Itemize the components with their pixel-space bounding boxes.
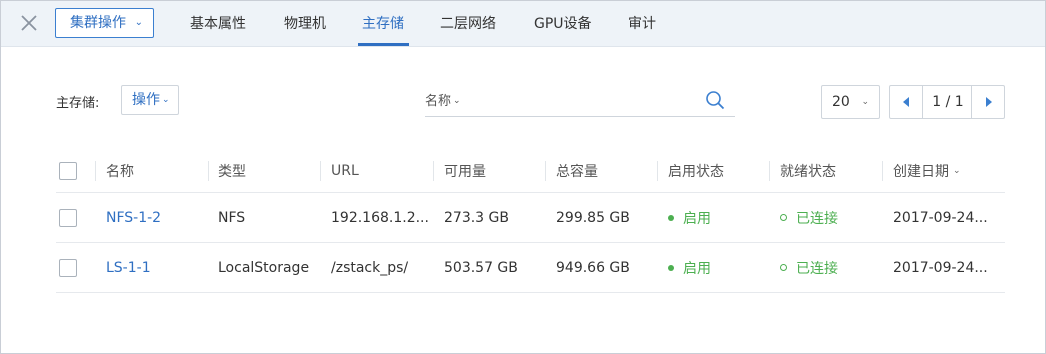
row-enable-state: 启用 xyxy=(668,193,711,242)
search-field-label: 名称 xyxy=(425,94,452,109)
column-divider xyxy=(433,161,434,181)
column-header-name[interactable]: 名称 xyxy=(106,149,134,192)
storage-name-link[interactable]: NFS-1-2 xyxy=(106,210,161,226)
enabled-dot-icon xyxy=(668,264,674,271)
row-created-date: 2017-09-24... xyxy=(893,209,988,226)
cluster-actions-button[interactable]: 集群操作 ⌄ xyxy=(55,8,154,38)
cluster-actions-label: 集群操作 xyxy=(70,15,126,31)
row-select-cell xyxy=(59,243,77,292)
next-page-icon xyxy=(986,97,992,107)
tab-basic-properties[interactable]: 基本属性 xyxy=(190,13,246,33)
column-header-enable-state[interactable]: 启用状态 xyxy=(668,149,724,192)
storage-name-link[interactable]: LS-1-1 xyxy=(106,260,151,276)
actions-label: 操作 xyxy=(132,92,160,108)
prev-page-icon xyxy=(903,97,909,107)
column-divider xyxy=(769,161,770,181)
chevron-down-icon: ⌄ xyxy=(453,96,461,106)
active-tab-indicator xyxy=(358,43,409,46)
column-divider xyxy=(208,161,209,181)
column-header-url[interactable]: URL xyxy=(331,149,359,192)
connected-ring-icon xyxy=(780,214,787,221)
row-checkbox[interactable] xyxy=(59,258,77,277)
table-row: NFS-1-2 NFS 192.168.1.2... 273.3 GB 299.… xyxy=(56,193,1005,243)
row-available: 503.57 GB xyxy=(444,259,518,276)
row-url: 192.168.1.2... xyxy=(331,209,429,226)
page-indicator: 1 / 1 xyxy=(932,94,964,110)
search-icon[interactable] xyxy=(705,90,725,110)
column-divider xyxy=(882,161,883,181)
table-row: LS-1-1 LocalStorage /zstack_ps/ 503.57 G… xyxy=(56,243,1005,293)
ready-state-label: 已连接 xyxy=(796,260,838,277)
row-type: LocalStorage xyxy=(218,259,310,276)
top-nav-bar: 集群操作 ⌄ 基本属性 物理机 主存储 二层网络 GPU设备 审计 xyxy=(1,1,1045,47)
row-name-cell: NFS-1-2 xyxy=(106,193,161,242)
enabled-dot-icon xyxy=(668,214,674,221)
chevron-down-icon: ⌄ xyxy=(861,97,869,107)
row-ready-state: 已连接 xyxy=(780,193,838,242)
row-ready-state: 已连接 xyxy=(780,243,838,292)
tab-hosts[interactable]: 物理机 xyxy=(284,13,326,33)
prev-page-button[interactable] xyxy=(890,86,923,118)
page-size-select[interactable]: 20 ⌄ xyxy=(821,85,880,119)
pagination: 1 / 1 xyxy=(889,85,1005,119)
search-bar: 名称 ⌄ xyxy=(425,85,735,117)
column-divider xyxy=(320,161,321,181)
column-header-created-date-label: 创建日期 xyxy=(893,163,949,180)
row-available: 273.3 GB xyxy=(444,209,509,226)
row-type: NFS xyxy=(218,209,246,226)
search-input[interactable] xyxy=(495,87,695,113)
tab-primary-storage[interactable]: 主存储 xyxy=(362,13,404,33)
column-divider xyxy=(95,161,96,181)
column-divider xyxy=(545,161,546,181)
row-url: /zstack_ps/ xyxy=(331,259,409,276)
enable-state-label: 启用 xyxy=(683,210,711,227)
actions-dropdown-button[interactable]: 操作 ⌄ xyxy=(121,85,179,115)
row-created-date: 2017-09-24... xyxy=(893,259,988,276)
table-header-row: 名称 类型 URL 可用量 总容量 启用状态 就绪状态 创建日期 ⌄ xyxy=(56,149,1005,193)
primary-storage-label: 主存储: xyxy=(56,96,100,111)
chevron-down-icon: ⌄ xyxy=(162,95,170,105)
tab-gpu-devices[interactable]: GPU设备 xyxy=(534,13,592,33)
row-name-cell: LS-1-1 xyxy=(106,243,151,292)
primary-storage-table: 名称 类型 URL 可用量 总容量 启用状态 就绪状态 创建日期 ⌄ NFS-1… xyxy=(56,149,1005,293)
next-page-button[interactable] xyxy=(971,86,1004,118)
sort-chevron-down-icon[interactable]: ⌄ xyxy=(953,166,961,176)
column-header-total[interactable]: 总容量 xyxy=(556,149,598,192)
cluster-detail-panel: 集群操作 ⌄ 基本属性 物理机 主存储 二层网络 GPU设备 审计 主存储: 操… xyxy=(0,0,1046,354)
page-size-value: 20 xyxy=(832,94,850,110)
column-header-ready-state[interactable]: 就绪状态 xyxy=(780,149,836,192)
column-header-type[interactable]: 类型 xyxy=(218,149,246,192)
chevron-down-icon: ⌄ xyxy=(134,17,143,28)
tab-l2-network[interactable]: 二层网络 xyxy=(440,13,496,33)
column-header-available[interactable]: 可用量 xyxy=(444,149,486,192)
close-icon[interactable] xyxy=(17,11,41,35)
row-select-cell xyxy=(59,193,77,242)
tab-audit[interactable]: 审计 xyxy=(628,13,656,33)
select-all-cell xyxy=(59,149,77,192)
column-divider xyxy=(657,161,658,181)
search-field-select[interactable]: 名称 ⌄ xyxy=(425,90,461,109)
row-checkbox[interactable] xyxy=(59,208,77,227)
row-total: 299.85 GB xyxy=(556,209,630,226)
column-header-created-date[interactable]: 创建日期 ⌄ xyxy=(893,149,961,192)
row-total: 949.66 GB xyxy=(556,259,630,276)
select-all-checkbox[interactable] xyxy=(59,161,77,180)
enable-state-label: 启用 xyxy=(683,260,711,277)
row-enable-state: 启用 xyxy=(668,243,711,292)
ready-state-label: 已连接 xyxy=(796,210,838,227)
connected-ring-icon xyxy=(780,264,787,271)
